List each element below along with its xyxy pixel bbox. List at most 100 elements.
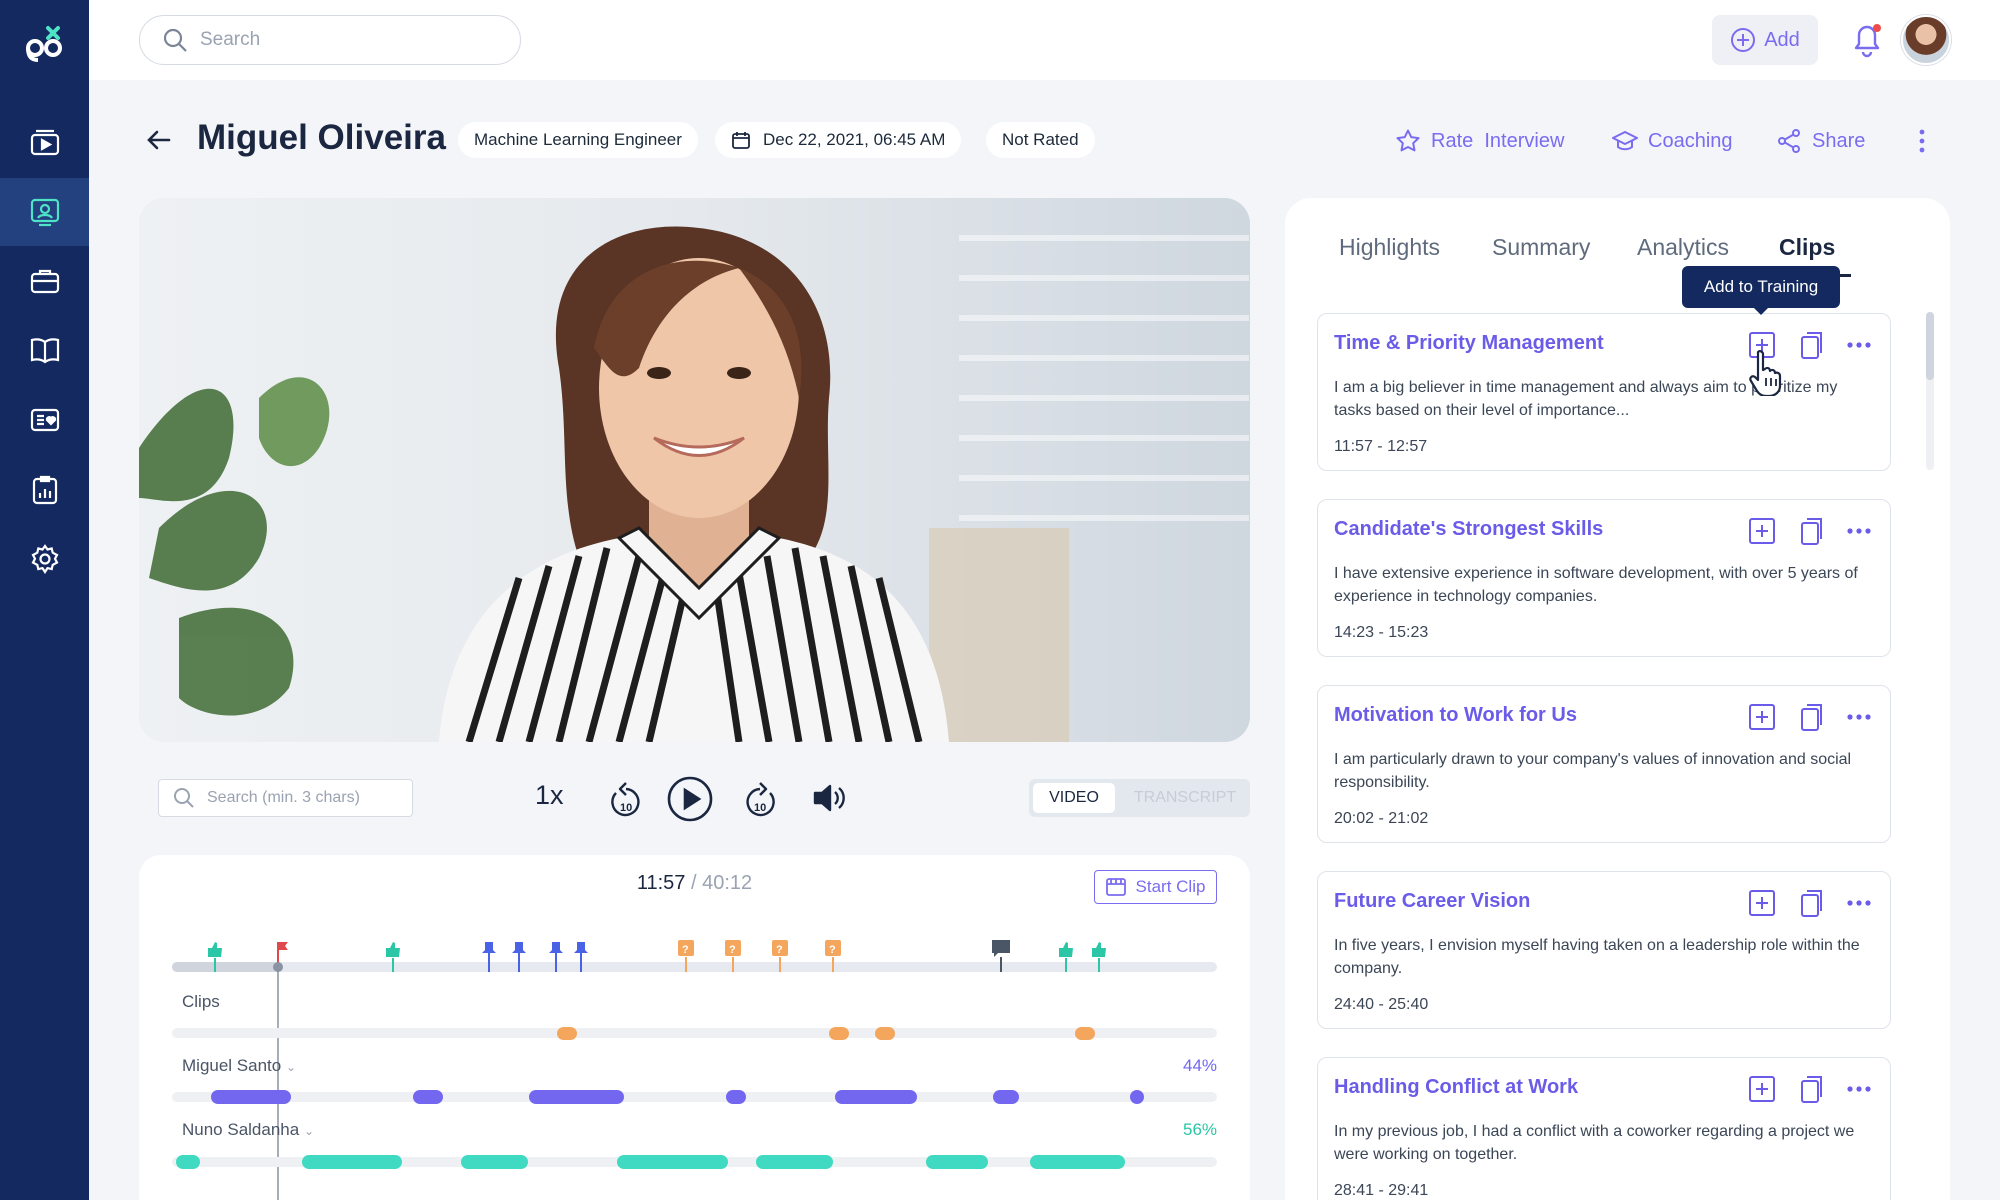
clip-title[interactable]: Candidate's Strongest Skills <box>1334 518 1603 541</box>
add-to-training-icon[interactable] <box>1747 1074 1777 1104</box>
calendar-icon <box>732 132 750 149</box>
nav-interviews[interactable] <box>0 178 89 246</box>
clip-timestamp: 14:23 - 15:23 <box>1334 624 1429 641</box>
svg-text:?: ? <box>682 944 689 956</box>
more-options-icon[interactable] <box>1844 516 1874 546</box>
copy-icon[interactable] <box>1796 1074 1826 1104</box>
tab-clips[interactable]: Clips <box>1779 234 1835 261</box>
transcript-view-option[interactable]: TRANSCRIPT <box>1125 783 1245 813</box>
speaker-segment <box>756 1155 833 1169</box>
share-button[interactable]: Share <box>1776 126 1865 156</box>
date-label: Dec 22, 2021, 06:45 AM <box>763 130 946 149</box>
report-icon <box>32 475 57 505</box>
svg-text:?: ? <box>829 944 836 956</box>
more-options-icon[interactable] <box>1844 888 1874 918</box>
share-icon <box>1778 129 1800 153</box>
add-to-training-icon[interactable] <box>1747 516 1777 546</box>
speaker1-selector[interactable]: Miguel Santo ⌄ <box>182 1056 296 1076</box>
clip-timestamp: 24:40 - 25:40 <box>1334 996 1429 1013</box>
clip-title[interactable]: Handling Conflict at Work <box>1334 1076 1578 1099</box>
clip-timestamp: 20:02 - 21:02 <box>1334 810 1429 827</box>
speaker-segment <box>1030 1155 1125 1169</box>
playhead-handle[interactable] <box>273 962 283 972</box>
tab-highlights[interactable]: Highlights <box>1339 234 1440 261</box>
clip-timestamp: 11:57 - 12:57 <box>1334 438 1428 455</box>
copy-icon[interactable] <box>1796 888 1826 918</box>
nav-reports[interactable] <box>0 456 89 524</box>
add-to-training-icon[interactable] <box>1747 702 1777 732</box>
rating-label: Not Rated <box>1002 130 1079 149</box>
more-options-icon[interactable] <box>1844 330 1874 360</box>
clip-card[interactable]: Candidate's Strongest Skills I have exte… <box>1317 499 1891 657</box>
speaker2-selector[interactable]: Nuno Saldanha ⌄ <box>182 1120 314 1140</box>
star-icon <box>1396 129 1420 152</box>
speaker-segment <box>302 1155 402 1169</box>
clip-card[interactable]: Future Career Vision In five years, I en… <box>1317 871 1891 1029</box>
volume-icon[interactable] <box>812 782 848 814</box>
clip-title[interactable]: Time & Priority Management <box>1334 332 1604 355</box>
playback-speed-button[interactable]: 1x <box>535 780 564 811</box>
nav-library[interactable] <box>0 316 89 384</box>
clip-card[interactable]: Handling Conflict at Work In my previous… <box>1317 1057 1891 1200</box>
rewind-10-icon[interactable]: 10 <box>608 779 644 819</box>
clip-title[interactable]: Future Career Vision <box>1334 890 1530 913</box>
play-icon[interactable] <box>666 775 714 823</box>
timeline-chart[interactable]: ? ? ? ? <box>139 925 1250 1200</box>
forward-10-icon[interactable]: 10 <box>742 779 778 819</box>
hand-pointer-icon <box>1749 350 1782 396</box>
logo-icon[interactable] <box>24 22 66 64</box>
add-to-training-tooltip: Add to Training <box>1682 266 1840 315</box>
back-arrow-icon[interactable] <box>145 126 173 154</box>
copy-icon[interactable] <box>1796 330 1826 360</box>
speaker-segment <box>413 1090 443 1104</box>
tab-summary[interactable]: Summary <box>1492 234 1590 261</box>
speaker1-percent: 44% <box>1183 1056 1218 1075</box>
video-view-option[interactable]: VIDEO <box>1033 783 1115 813</box>
book-icon <box>30 338 59 364</box>
more-options-icon[interactable] <box>1917 128 1927 154</box>
nav-settings[interactable] <box>0 525 89 593</box>
graduation-cap-icon <box>1612 131 1638 151</box>
speaker1-track <box>172 1092 1217 1102</box>
scrollbar-thumb[interactable] <box>1926 312 1934 380</box>
progress-track[interactable] <box>172 962 1217 972</box>
transcript-search-input[interactable]: Search (min. 3 chars) <box>158 779 413 817</box>
speaker2-segments[interactable] <box>176 1155 1125 1169</box>
tab-analytics[interactable]: Analytics <box>1637 234 1729 261</box>
clip-card[interactable]: Motivation to Work for Us I am particula… <box>1317 685 1891 843</box>
add-to-training-icon[interactable] <box>1747 888 1777 918</box>
more-options-icon[interactable] <box>1844 1074 1874 1104</box>
clip-card[interactable]: Time & Priority Management I am a big be… <box>1317 313 1891 471</box>
clips-scrollbar[interactable] <box>1926 312 1934 470</box>
progress-fill <box>172 962 278 972</box>
coaching-label: Coaching <box>1648 129 1733 152</box>
scorecard-icon <box>30 408 59 432</box>
speaker1-name: Miguel Santo <box>182 1056 282 1075</box>
topbar: Search Add <box>89 0 2000 80</box>
clip-title[interactable]: Motivation to Work for Us <box>1334 704 1577 727</box>
video-player[interactable] <box>139 198 1250 742</box>
clip-excerpt: In my previous job, I had a conflict wit… <box>1334 1123 1855 1163</box>
clip-segment <box>829 1027 849 1040</box>
search-input[interactable]: Search <box>139 15 521 65</box>
start-clip-button[interactable]: Start Clip <box>1094 870 1217 904</box>
speaker-segment <box>1130 1090 1144 1104</box>
nav-scorecards[interactable] <box>0 386 89 454</box>
copy-icon[interactable] <box>1796 516 1826 546</box>
add-button[interactable]: Add <box>1712 15 1818 65</box>
rate-interview-button[interactable]: Rate Interview <box>1395 126 1564 156</box>
avatar[interactable] <box>1901 15 1951 65</box>
role-badge: Machine Learning Engineer <box>458 122 698 158</box>
clip-excerpt: In five years, I envision myself having … <box>1334 937 1860 977</box>
speaker-segment <box>211 1090 291 1104</box>
notification-bell-icon[interactable] <box>1850 20 1884 58</box>
nav-jobs[interactable] <box>0 247 89 315</box>
more-options-icon[interactable] <box>1844 702 1874 732</box>
coaching-button[interactable]: Coaching <box>1612 126 1733 156</box>
nav-videos[interactable] <box>0 108 89 176</box>
view-toggle[interactable]: VIDEO TRANSCRIPT <box>1029 779 1250 817</box>
search-placeholder: Search <box>200 29 261 50</box>
copy-icon[interactable] <box>1796 702 1826 732</box>
clip-segment <box>1075 1027 1095 1040</box>
svg-text:?: ? <box>729 944 736 956</box>
